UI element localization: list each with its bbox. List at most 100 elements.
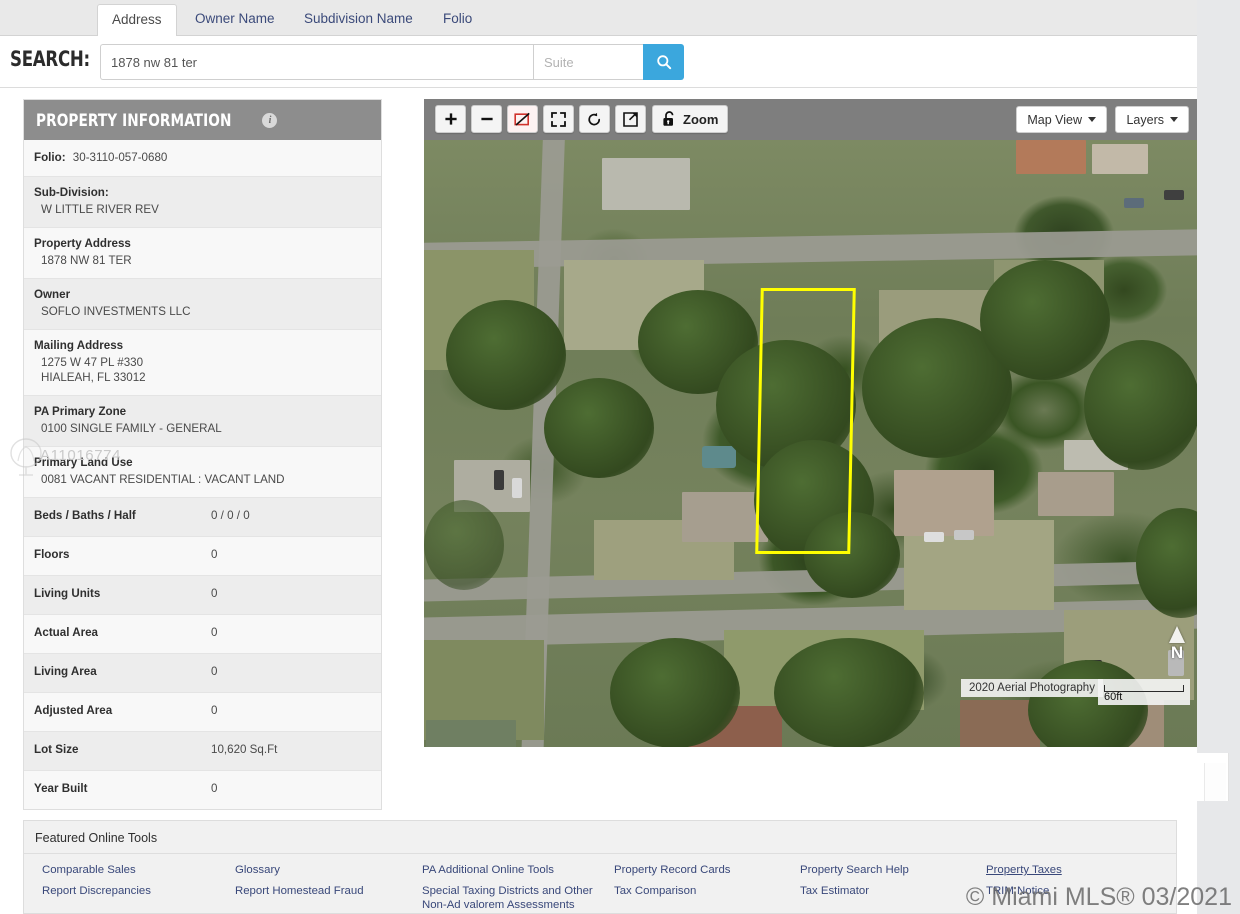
- tool-link-property-record-cards[interactable]: Property Record Cards: [614, 863, 800, 877]
- tree-canopy: [610, 638, 740, 747]
- tree-canopy: [774, 638, 924, 747]
- popout-icon: [623, 111, 638, 127]
- property-row-year-built: Year Built 0: [24, 771, 381, 809]
- zoom-lock-label: Zoom: [683, 111, 719, 127]
- tool-link-trim-notice[interactable]: TRIM Notice: [986, 884, 1186, 912]
- property-row-year-built-value: 0: [211, 782, 218, 795]
- tool-link-property-taxes[interactable]: Property Taxes: [986, 863, 1186, 877]
- property-row-property-address-label: Property Address: [34, 237, 131, 250]
- tool-link-tax-estimator[interactable]: Tax Estimator: [800, 884, 986, 912]
- right-edge-panel-inner: [1204, 763, 1226, 801]
- map-view-dropdown[interactable]: Map View: [1016, 106, 1107, 133]
- property-row-floors-label: Floors: [34, 548, 70, 561]
- tab-owner-name[interactable]: Owner Name: [181, 4, 289, 36]
- property-row-beds-baths-half-value: 0 / 0 / 0: [211, 509, 250, 522]
- featured-online-tools-title: Featured Online Tools: [24, 821, 1176, 854]
- property-row-adjusted-area-value: 0: [211, 704, 218, 717]
- building-roof: [1016, 140, 1086, 174]
- tree-canopy: [1084, 340, 1197, 470]
- property-row-pa-primary-zone-value: 0100 SINGLE FAMILY - GENERAL: [41, 422, 222, 435]
- property-row-lot-size: Lot Size 10,620 Sq.Ft: [24, 732, 381, 771]
- search-icon: [656, 55, 671, 70]
- layers-dropdown[interactable]: Layers: [1115, 106, 1189, 133]
- scale-bar-label: 60ft: [1104, 691, 1123, 703]
- tab-folio[interactable]: Folio: [429, 4, 486, 36]
- tree-canopy: [424, 500, 504, 590]
- building-roof: [1038, 472, 1114, 516]
- refresh-button[interactable]: [579, 105, 610, 133]
- tool-link-comparable-sales[interactable]: Comparable Sales: [42, 863, 235, 877]
- property-row-living-units-value: 0: [211, 587, 218, 600]
- zoom-in-button[interactable]: [435, 105, 466, 133]
- zoom-out-button[interactable]: [471, 105, 502, 133]
- property-row-living-area-value: 0: [211, 665, 218, 678]
- property-row-owner-label: Owner: [34, 288, 71, 301]
- tool-link-pa-additional-online-tools[interactable]: PA Additional Online Tools: [422, 863, 614, 877]
- property-row-subdivision: Sub-Division: W LITTLE RIVER REV: [24, 177, 381, 228]
- property-row-subdivision-value: W LITTLE RIVER REV: [41, 203, 159, 216]
- property-row-mailing-address-value: 1275 W 47 PL #330 HIALEAH, FL 33012: [41, 356, 146, 384]
- info-icon[interactable]: i: [262, 112, 278, 128]
- property-row-owner: Owner SOFLO INVESTMENTS LLC: [24, 279, 381, 330]
- building-roof: [602, 158, 690, 210]
- chevron-down-icon: [1170, 117, 1178, 122]
- tool-link-report-discrepancies[interactable]: Report Discrepancies: [42, 884, 235, 912]
- tool-link-report-homestead-fraud[interactable]: Report Homestead Fraud: [235, 884, 422, 912]
- clear-selection-button[interactable]: [507, 105, 538, 133]
- north-arrow-icon: [1169, 626, 1185, 643]
- property-row-lot-size-label: Lot Size: [34, 743, 79, 756]
- search-input[interactable]: [100, 44, 533, 80]
- swimming-pool: [702, 446, 736, 468]
- property-row-pa-primary-zone-label: PA Primary Zone: [34, 405, 127, 418]
- popout-button[interactable]: [615, 105, 646, 133]
- tool-link-property-search-help[interactable]: Property Search Help: [800, 863, 986, 877]
- tool-link-tax-comparison[interactable]: Tax Comparison: [614, 884, 800, 912]
- tab-owner-name-label: Owner Name: [195, 11, 275, 26]
- search-type-tabs: Address Owner Name Subdivision Name Foli…: [0, 0, 1197, 37]
- property-row-floors: Floors 0: [24, 537, 381, 576]
- property-row-mailing-address-label: Mailing Address: [34, 339, 124, 352]
- north-arrow: N: [1164, 626, 1190, 684]
- property-row-folio: Folio: 30-3110-057-0680: [24, 140, 381, 177]
- tree-canopy: [980, 260, 1110, 380]
- property-information-header: PROPERTY INFORMATION i: [24, 100, 381, 140]
- tool-link-glossary[interactable]: Glossary: [235, 863, 422, 877]
- chevron-down-icon: [1088, 117, 1096, 122]
- map-toolbar: Zoom Map View Layers: [424, 99, 1197, 140]
- vehicle: [494, 470, 504, 490]
- property-row-actual-area-value: 0: [211, 626, 218, 639]
- map-panel: Zoom Map View Layers 2020 Aerial Photogr…: [424, 99, 1197, 747]
- property-row-owner-value: SOFLO INVESTMENTS LLC: [41, 305, 191, 318]
- tab-address[interactable]: Address: [97, 4, 177, 37]
- tab-address-label: Address: [112, 12, 162, 27]
- property-row-subdivision-label: Sub-Division:: [34, 186, 109, 199]
- property-row-beds-baths-half-label: Beds / Baths / Half: [34, 509, 136, 522]
- full-extent-button[interactable]: [543, 105, 574, 133]
- property-row-folio-value: 30-3110-057-0680: [72, 151, 168, 164]
- property-row-primary-land-use-label: Primary Land Use: [34, 456, 133, 469]
- vehicle: [1124, 198, 1144, 208]
- clear-selection-icon: [514, 112, 530, 126]
- suite-input[interactable]: [533, 44, 643, 80]
- zoom-lock-button[interactable]: Zoom: [652, 105, 729, 133]
- property-row-living-units-label: Living Units: [34, 587, 101, 600]
- vehicle: [512, 478, 522, 498]
- property-row-lot-size-value: 10,620 Sq.Ft: [211, 743, 278, 756]
- search-button[interactable]: [643, 44, 684, 80]
- refresh-icon: [588, 112, 601, 125]
- property-row-primary-land-use: Primary Land Use 0081 VACANT RESIDENTIAL…: [24, 447, 381, 498]
- tab-subdivision-name[interactable]: Subdivision Name: [290, 4, 427, 36]
- property-row-folio-label: Folio:: [34, 151, 66, 164]
- featured-online-tools-grid: Comparable Sales Glossary PA Additional …: [24, 854, 1176, 912]
- tab-folio-label: Folio: [443, 11, 473, 26]
- property-information-title: PROPERTY INFORMATION: [36, 110, 232, 130]
- aerial-imagery[interactable]: [424, 140, 1197, 747]
- property-row-primary-land-use-value: 0081 VACANT RESIDENTIAL : VACANT LAND: [41, 473, 285, 486]
- property-row-living-units: Living Units 0: [24, 576, 381, 615]
- tool-link-special-taxing-districts[interactable]: Special Taxing Districts and Other Non-A…: [422, 884, 614, 912]
- building-roof: [1092, 144, 1148, 174]
- property-information-panel: PROPERTY INFORMATION i Folio: 30-3110-05…: [23, 99, 382, 810]
- property-row-adjusted-area-label: Adjusted Area: [34, 704, 113, 717]
- property-row-living-area: Living Area 0: [24, 654, 381, 693]
- unlock-icon: [663, 111, 674, 126]
